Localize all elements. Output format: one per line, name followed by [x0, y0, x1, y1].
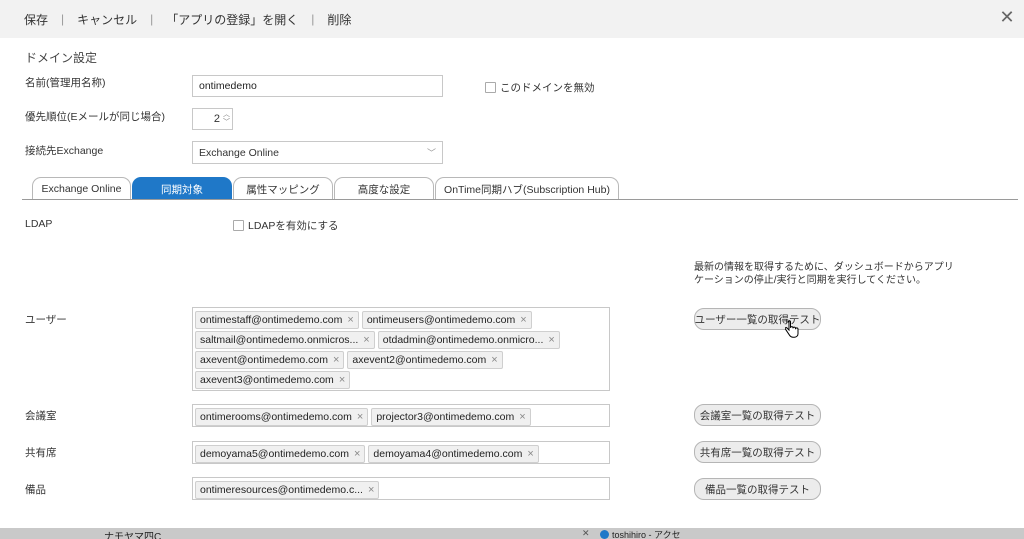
tag: saltmail@ontimedemo.onmicros... ×: [195, 331, 375, 349]
domain-settings-dialog: 保存 | キャンセル | 「アプリの登録」を開く | 削除 ✕ ドメイン設定 名…: [0, 0, 1024, 528]
save-button[interactable]: 保存: [24, 11, 48, 28]
tab-sync-targets[interactable]: 同期対象: [132, 177, 232, 200]
tag: axevent2@ontimedemo.com ×: [347, 351, 503, 369]
equipment-label: 備品: [25, 484, 46, 496]
ldap-enable-label: LDAPを有効にする: [248, 220, 339, 232]
seats-tag-input[interactable]: demoyama5@ontimedemo.com × demoyama4@onti…: [192, 441, 610, 464]
tag: demoyama4@ontimedemo.com ×: [368, 445, 539, 463]
tag: otdadmin@ontimedemo.onmicro... ×: [377, 331, 560, 349]
disable-domain-checkbox[interactable]: このドメインを無効: [485, 80, 595, 95]
cancel-button[interactable]: キャンセル: [77, 11, 137, 28]
tag: axevent3@ontimedemo.com ×: [195, 371, 351, 389]
tab-subscription-hub[interactable]: OnTime同期ハブ(Subscription Hub): [435, 177, 619, 200]
remove-tag-icon[interactable]: ×: [491, 354, 497, 366]
tag: projector3@ontimedemo.com ×: [371, 408, 531, 426]
users-test-button[interactable]: ユーザー一覧の取得テスト: [694, 308, 821, 330]
remove-tag-icon[interactable]: ×: [519, 411, 525, 423]
users-label: ユーザー: [25, 314, 67, 326]
remove-tag-icon[interactable]: ×: [339, 374, 345, 386]
hand-cursor-icon: [785, 320, 799, 338]
delete-button[interactable]: 削除: [327, 11, 351, 28]
remove-tag-icon[interactable]: ×: [368, 484, 374, 496]
rooms-tag-input[interactable]: ontimerooms@ontimedemo.com × projector3@o…: [192, 404, 610, 427]
background-close-icon: ✕: [582, 528, 590, 538]
tab-divider: [22, 199, 1018, 200]
rooms-label: 会議室: [25, 410, 57, 422]
seats-label: 共有席: [25, 447, 57, 459]
remove-tag-icon[interactable]: ×: [363, 334, 369, 346]
spinner-arrows-icon[interactable]: ︿ ﹀: [223, 111, 230, 127]
toolbar-separator: |: [150, 12, 154, 26]
checkbox-box[interactable]: [485, 82, 496, 93]
tab-advanced-settings[interactable]: 高度な設定: [334, 177, 434, 200]
priority-value: 2: [213, 113, 220, 125]
priority-label: 優先順位(Eメールが同じ場合): [25, 111, 165, 123]
tag: axevent@ontimedemo.com ×: [195, 351, 345, 369]
background-avatar-icon: [600, 530, 609, 539]
toolbar-separator: |: [61, 12, 65, 26]
tag: demoyama5@ontimedemo.com ×: [195, 445, 366, 463]
close-icon[interactable]: ✕: [996, 6, 1018, 28]
exchange-label: 接続先Exchange: [25, 145, 104, 157]
remove-tag-icon[interactable]: ×: [520, 314, 526, 326]
remove-tag-icon[interactable]: ×: [333, 354, 339, 366]
background-tab-text: toshihiro - アクセ: [612, 530, 681, 539]
disable-domain-label: このドメインを無効: [500, 82, 595, 94]
remove-tag-icon[interactable]: ×: [548, 334, 554, 346]
info-text: 最新の情報を取得するために、ダッシュボードからアプリケーションの停止/実行と同期…: [694, 262, 954, 286]
tab-bar: Exchange Online 同期対象 属性マッピング 高度な設定 OnTim…: [32, 177, 620, 200]
remove-tag-icon[interactable]: ×: [357, 411, 363, 423]
name-label: 名前(管理用名称): [25, 77, 106, 89]
equipment-test-button[interactable]: 備品一覧の取得テスト: [694, 478, 821, 500]
open-app-registration-button[interactable]: 「アプリの登録」を開く: [166, 11, 298, 28]
tag: ontimestaff@ontimedemo.com ×: [195, 311, 359, 329]
remove-tag-icon[interactable]: ×: [527, 448, 533, 460]
equipment-tag-input[interactable]: ontimeresources@ontimedemo.c... ×: [192, 477, 610, 500]
priority-stepper[interactable]: 2 ︿ ﹀: [192, 108, 233, 130]
toolbar: 保存 | キャンセル | 「アプリの登録」を開く | 削除: [0, 0, 1024, 38]
section-title: ドメイン設定: [25, 51, 98, 65]
seats-test-button[interactable]: 共有席一覧の取得テスト: [694, 441, 821, 463]
tab-exchange-online[interactable]: Exchange Online: [32, 177, 131, 200]
tab-attribute-mapping[interactable]: 属性マッピング: [233, 177, 333, 200]
background-text: ナモヤマ四C: [104, 532, 162, 539]
name-input[interactable]: ontimedemo: [192, 75, 443, 97]
ldap-label: LDAP: [25, 218, 53, 230]
toolbar-separator: |: [311, 12, 315, 26]
exchange-selected-value: Exchange Online: [199, 146, 279, 159]
remove-tag-icon[interactable]: ×: [347, 314, 353, 326]
chevron-down-icon: ﹀: [426, 148, 436, 158]
tag: ontimeresources@ontimedemo.c... ×: [195, 481, 380, 499]
rooms-test-button[interactable]: 会議室一覧の取得テスト: [694, 404, 821, 426]
tag: ontimeusers@ontimedemo.com ×: [361, 311, 532, 329]
ldap-enable-checkbox[interactable]: LDAPを有効にする: [233, 218, 339, 233]
tag: ontimerooms@ontimedemo.com ×: [195, 408, 369, 426]
users-tag-input[interactable]: ontimestaff@ontimedemo.com × ontimeusers@…: [192, 307, 610, 391]
checkbox-box[interactable]: [233, 220, 244, 231]
remove-tag-icon[interactable]: ×: [354, 448, 360, 460]
exchange-select[interactable]: Exchange Online ﹀: [192, 141, 443, 164]
